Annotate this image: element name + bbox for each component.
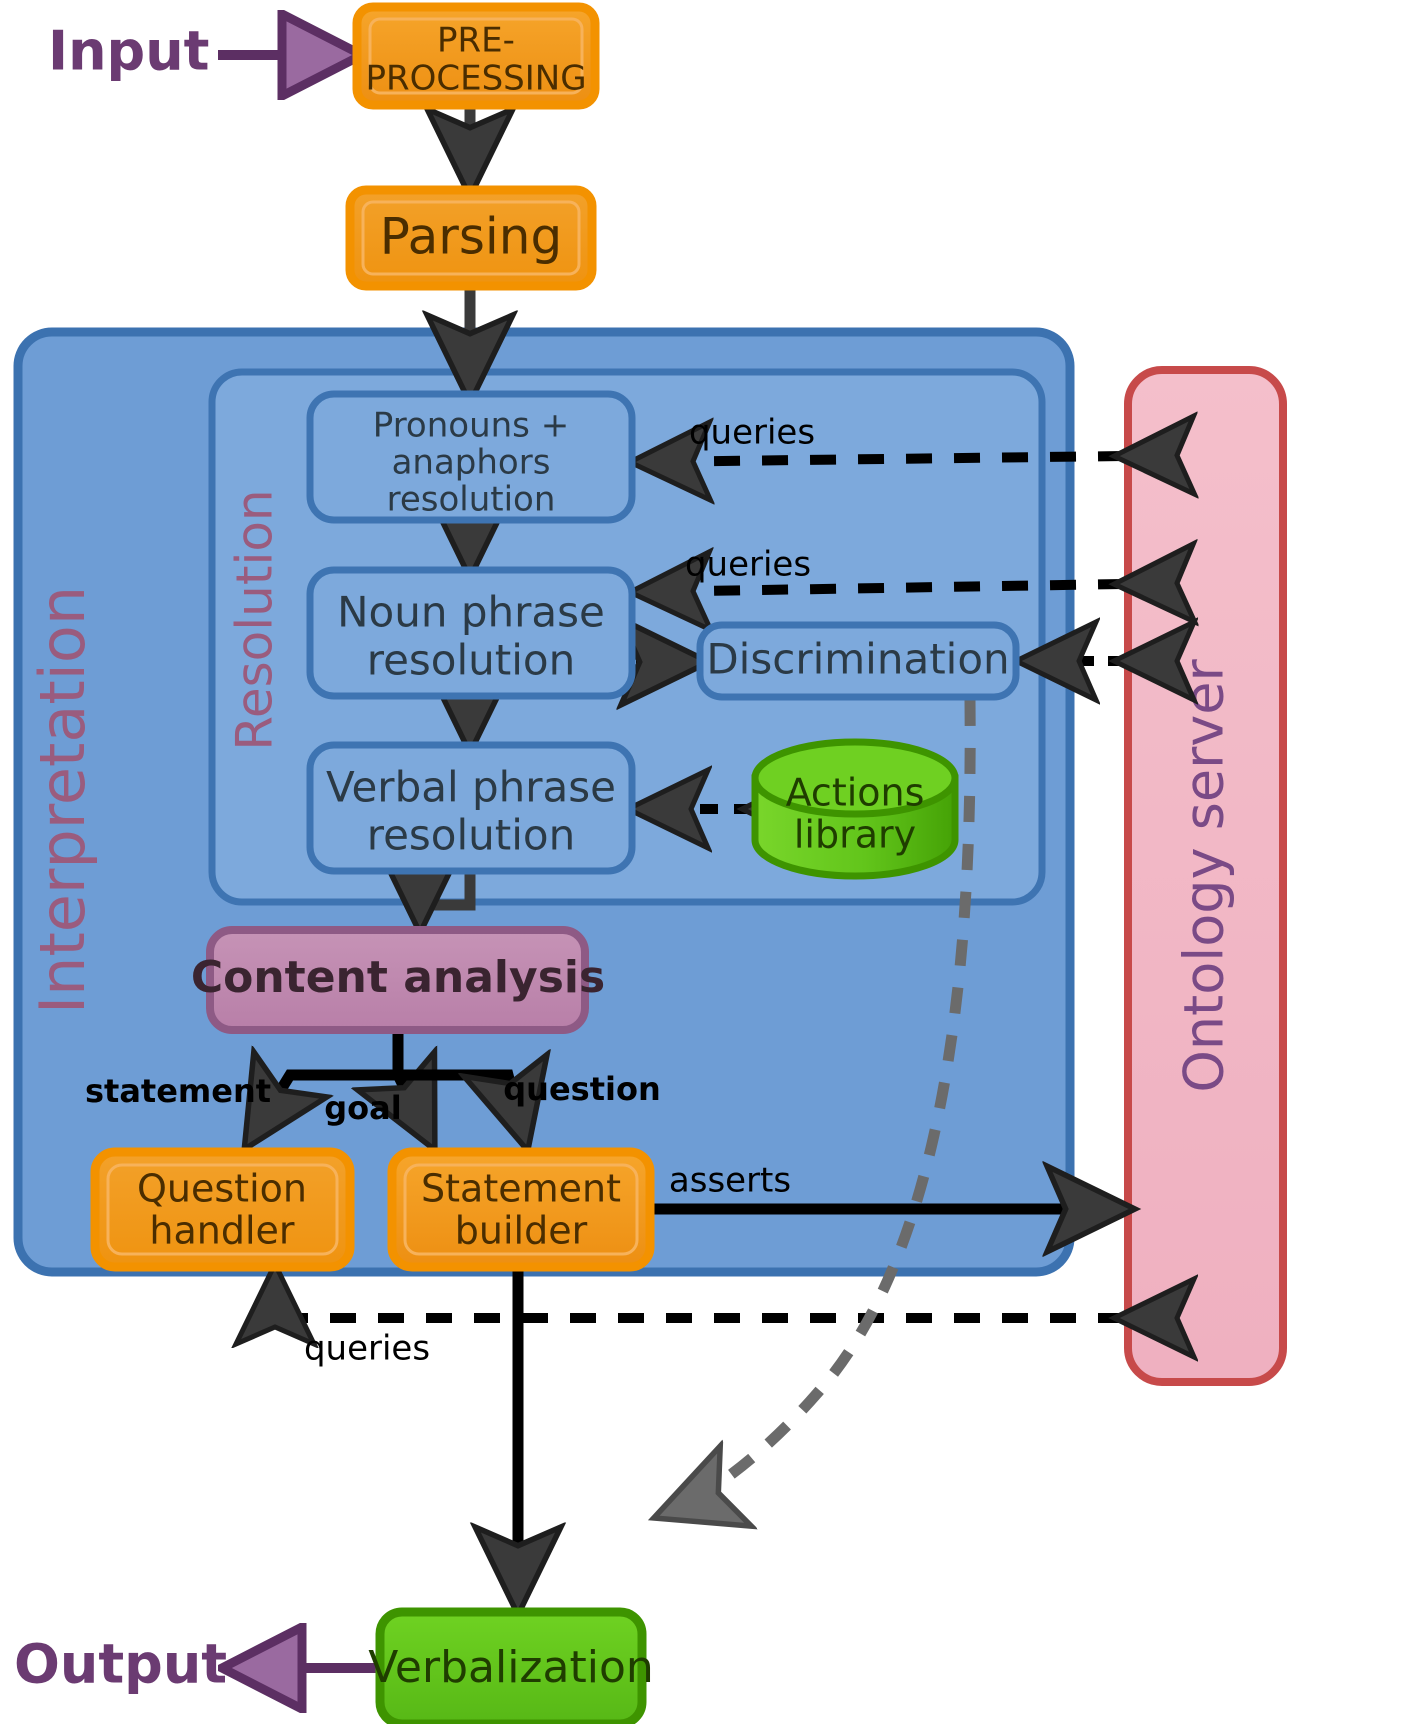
statement-builder-label-line2: builder xyxy=(455,1209,588,1253)
interpretation-label: Interpretation xyxy=(26,586,99,1014)
ontology-server-node[interactable]: Ontology server xyxy=(1124,366,1287,1386)
resolution-label: Resolution xyxy=(226,489,284,750)
content-analysis-label: Content analysis xyxy=(191,952,605,1003)
question-handler-label-line1: Question xyxy=(137,1167,307,1211)
verbal-phrase-resolution-node[interactable]: Verbal phrase resolution xyxy=(306,741,636,875)
verbalization-node[interactable]: Verbalization xyxy=(368,1607,654,1724)
noun-phrase-resolution-node[interactable]: Noun phrase resolution xyxy=(306,566,636,700)
preprocessing-node[interactable]: PRE- PROCESSING xyxy=(352,2,600,110)
preprocessing-label-line2: PROCESSING xyxy=(365,59,586,99)
input-label: Input xyxy=(48,20,209,83)
content-analysis-node[interactable]: Content analysis xyxy=(191,926,605,1034)
ontology-server-label: Ontology server xyxy=(1173,659,1236,1093)
question-edge-label: question xyxy=(503,1070,660,1108)
actions-library-label-line1: Actions xyxy=(786,771,925,815)
verbal-phrase-label-line1: Verbal phrase xyxy=(326,763,616,812)
queries-noun-label: queries xyxy=(685,545,811,585)
parsing-label: Parsing xyxy=(380,208,562,266)
pronouns-label-line3: resolution xyxy=(387,480,556,520)
statement-builder-label-line1: Statement xyxy=(421,1167,621,1211)
queries-pronouns-label: queries xyxy=(689,413,815,453)
question-handler-node[interactable]: Question handler xyxy=(90,1147,355,1272)
diagram-root: Interpretation Resolution Ontology serve… xyxy=(0,0,1420,1724)
goal-edge-label: goal xyxy=(324,1089,401,1127)
actions-library-node[interactable]: Actions library xyxy=(751,738,959,880)
architecture-diagram: Interpretation Resolution Ontology serve… xyxy=(13,2,1287,1724)
actions-library-label-line2: library xyxy=(794,813,916,857)
discrimination-node[interactable]: Discrimination xyxy=(696,621,1020,701)
noun-phrase-label-line2: resolution xyxy=(367,636,576,685)
discrimination-label: Discrimination xyxy=(706,635,1009,684)
pronouns-label-line2: anaphors xyxy=(392,443,551,483)
edge-queries-question-handler: queries xyxy=(275,1274,1124,1369)
verbalization-label: Verbalization xyxy=(368,1642,654,1693)
queries-question-handler-label: queries xyxy=(304,1329,430,1369)
statement-edge-label: statement xyxy=(85,1072,271,1110)
pronouns-label-line1: Pronouns + xyxy=(373,406,569,446)
parsing-node[interactable]: Parsing xyxy=(345,185,597,291)
question-handler-label-line2: handler xyxy=(149,1209,295,1253)
noun-phrase-label-line1: Noun phrase xyxy=(337,588,605,637)
preprocessing-label-line1: PRE- xyxy=(437,21,515,61)
asserts-edge-label: asserts xyxy=(669,1161,791,1201)
statement-builder-node[interactable]: Statement builder xyxy=(387,1147,655,1272)
verbal-phrase-label-line2: resolution xyxy=(367,811,576,860)
pronouns-resolution-node[interactable]: Pronouns + anaphors resolution xyxy=(306,390,636,524)
output-label: Output xyxy=(14,1633,227,1696)
